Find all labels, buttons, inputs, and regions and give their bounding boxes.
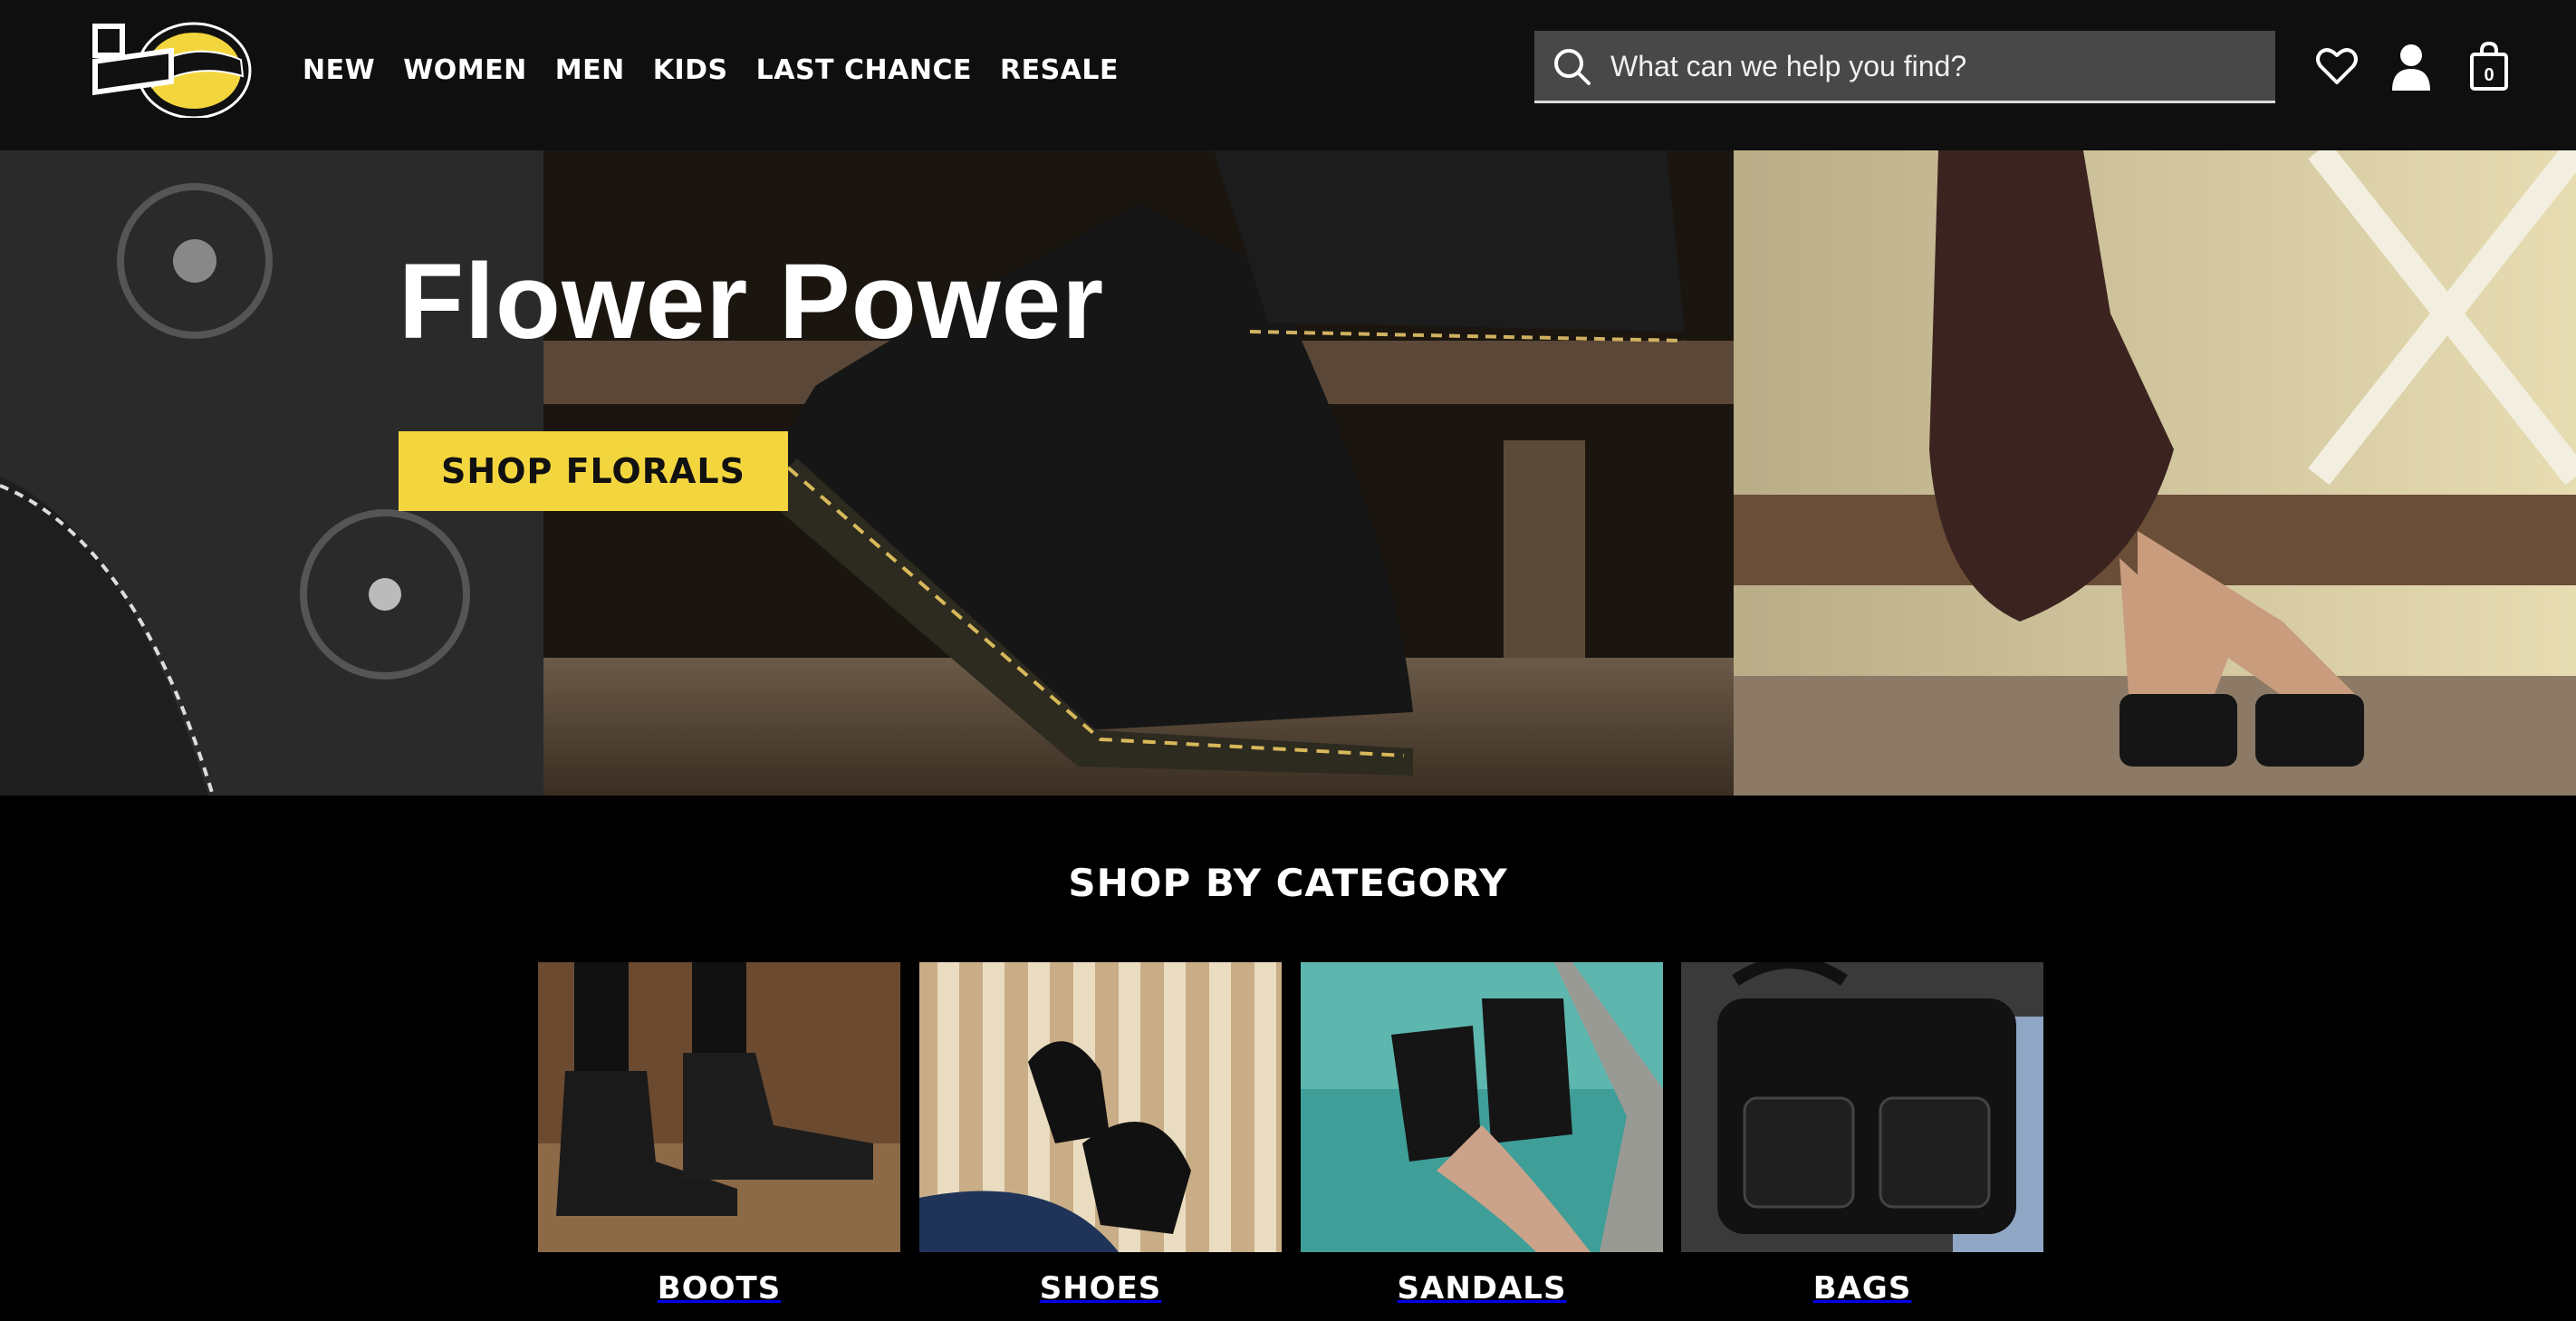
shop-florals-button[interactable]: SHOP FLORALS [399,431,788,511]
shopping-bag-icon[interactable]: 0 [2467,42,2511,91]
brand-logo[interactable] [87,13,264,120]
heart-icon[interactable] [2315,42,2359,91]
category-section-title: SHOP BY CATEGORY [1068,861,1508,905]
nav-item-resale[interactable]: RESALE [1000,51,1119,91]
search-icon[interactable] [1552,47,1592,87]
search-bar [1534,31,2275,103]
hero-image [0,150,2576,795]
category-label-boots: BOOTS [657,1270,782,1307]
category-tile-bags[interactable]: BAGS [1681,962,2043,1307]
category-label-sandals: SANDALS [1397,1270,1567,1307]
nav-item-new[interactable]: NEW [303,51,375,91]
site-header: NEW WOMEN MEN KIDS LAST CHANCE RESALE 0 [0,0,2576,150]
main-nav: NEW WOMEN MEN KIDS LAST CHANCE RESALE [303,51,1147,91]
nav-item-men[interactable]: MEN [555,51,625,91]
category-tile-boots[interactable]: BOOTS [538,962,900,1307]
category-tile-shoes[interactable]: SHOES [919,962,1282,1307]
category-tile-sandals[interactable]: SANDALS [1301,962,1663,1307]
category-image-bags [1681,962,2043,1252]
nav-item-last-chance[interactable]: LAST CHANCE [756,51,972,91]
bag-count: 0 [2484,65,2494,85]
category-image-sandals [1301,962,1663,1252]
category-image-shoes [919,962,1282,1252]
user-icon[interactable] [2389,42,2433,91]
category-label-bags: BAGS [1812,1270,1912,1307]
category-label-shoes: SHOES [1039,1270,1162,1307]
nav-item-kids[interactable]: KIDS [653,51,728,91]
nav-item-women[interactable]: WOMEN [403,51,527,91]
category-image-boots [538,962,900,1252]
hero-title: Flower Power [399,242,1105,362]
hero-banner: Flower Power SHOP FLORALS [0,150,2576,795]
search-input[interactable] [1609,40,2246,92]
